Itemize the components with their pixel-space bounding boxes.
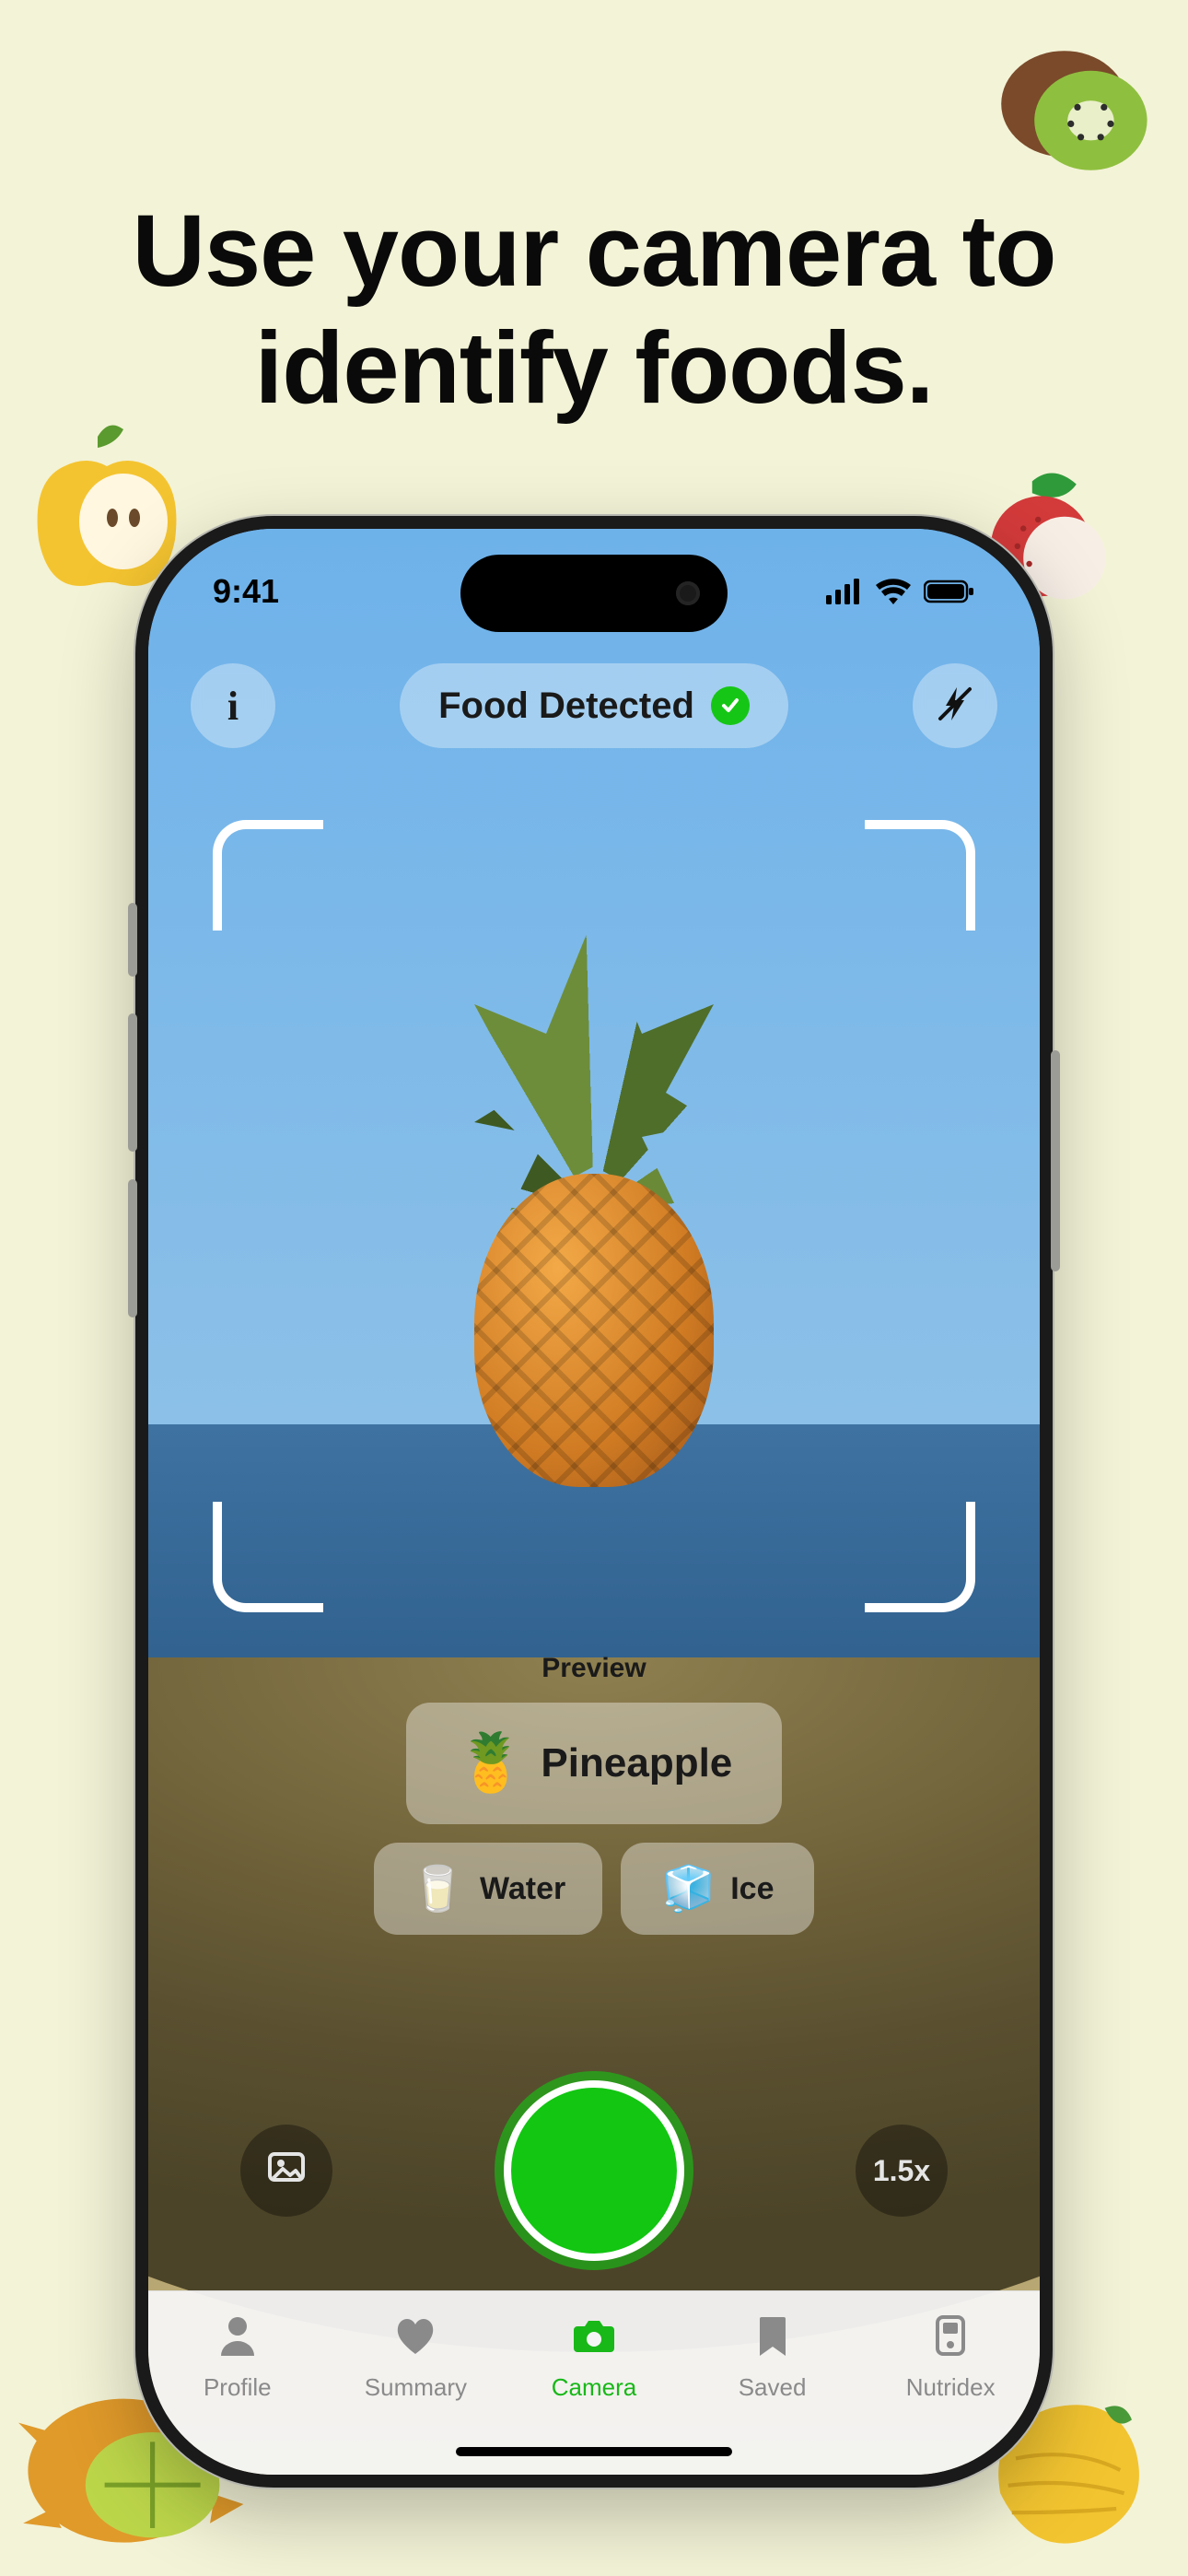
battery-icon <box>924 579 975 604</box>
tab-label: Camera <box>552 2373 636 2402</box>
volume-down-button <box>128 1179 137 1317</box>
zoom-label: 1.5x <box>873 2154 930 2188</box>
photo-icon <box>264 2145 309 2196</box>
heart-icon <box>391 2312 439 2366</box>
wifi-icon <box>876 579 911 604</box>
preview-chip-primary[interactable]: 🍍 Pineapple <box>406 1703 783 1824</box>
detection-status-pill[interactable]: Food Detected <box>400 663 788 748</box>
pineapple-emoji-icon: 🍍 <box>456 1730 527 1797</box>
preview-primary-name: Pineapple <box>541 1740 732 1786</box>
status-time: 9:41 <box>213 572 279 611</box>
promo-headline: Use your camera to identify foods. <box>0 193 1188 427</box>
detection-status-label: Food Detected <box>438 685 694 727</box>
preview-chip-water[interactable]: 🥛 Water <box>374 1843 602 1935</box>
tab-label: Nutridex <box>906 2373 996 2402</box>
volume-up-button <box>128 1013 137 1152</box>
cellular-signal-icon <box>826 579 863 604</box>
bookmark-icon <box>749 2312 797 2366</box>
camera-viewfinder: 9:41 i F <box>148 529 1040 2475</box>
water-emoji-icon: 🥛 <box>411 1863 465 1914</box>
ice-emoji-icon: 🧊 <box>661 1863 716 1914</box>
preview-label: Preview <box>542 1653 646 1684</box>
check-icon <box>711 686 750 725</box>
tab-label: Saved <box>739 2373 807 2402</box>
preview-secondary-name: Water <box>480 1871 565 1907</box>
status-bar: 9:41 <box>148 564 1040 619</box>
shutter-button[interactable] <box>511 2088 677 2254</box>
info-button[interactable]: i <box>191 663 275 748</box>
kiwi-icon <box>995 28 1160 193</box>
gallery-button[interactable] <box>240 2125 332 2217</box>
tab-profile[interactable]: Profile <box>159 2312 316 2402</box>
tab-bar: Profile Summary Camera <box>148 2290 1040 2475</box>
home-indicator[interactable] <box>456 2447 732 2456</box>
nutridex-icon <box>926 2312 974 2366</box>
preview-chip-ice[interactable]: 🧊 Ice <box>621 1843 814 1935</box>
profile-icon <box>214 2312 262 2366</box>
camera-icon <box>570 2312 618 2366</box>
tab-saved[interactable]: Saved <box>694 2312 851 2402</box>
tab-label: Summary <box>365 2373 467 2402</box>
tab-nutridex[interactable]: Nutridex <box>872 2312 1029 2402</box>
phone-frame: 9:41 i F <box>135 516 1053 2488</box>
zoom-button[interactable]: 1.5x <box>856 2125 948 2217</box>
flash-toggle-button[interactable] <box>913 663 997 748</box>
info-icon: i <box>227 683 239 730</box>
side-button <box>128 903 137 977</box>
flash-off-icon <box>935 684 975 729</box>
power-button <box>1051 1050 1060 1271</box>
tab-camera[interactable]: Camera <box>516 2312 672 2402</box>
preview-secondary-name: Ice <box>730 1871 774 1907</box>
tab-label: Profile <box>204 2373 272 2402</box>
tab-summary[interactable]: Summary <box>337 2312 494 2402</box>
